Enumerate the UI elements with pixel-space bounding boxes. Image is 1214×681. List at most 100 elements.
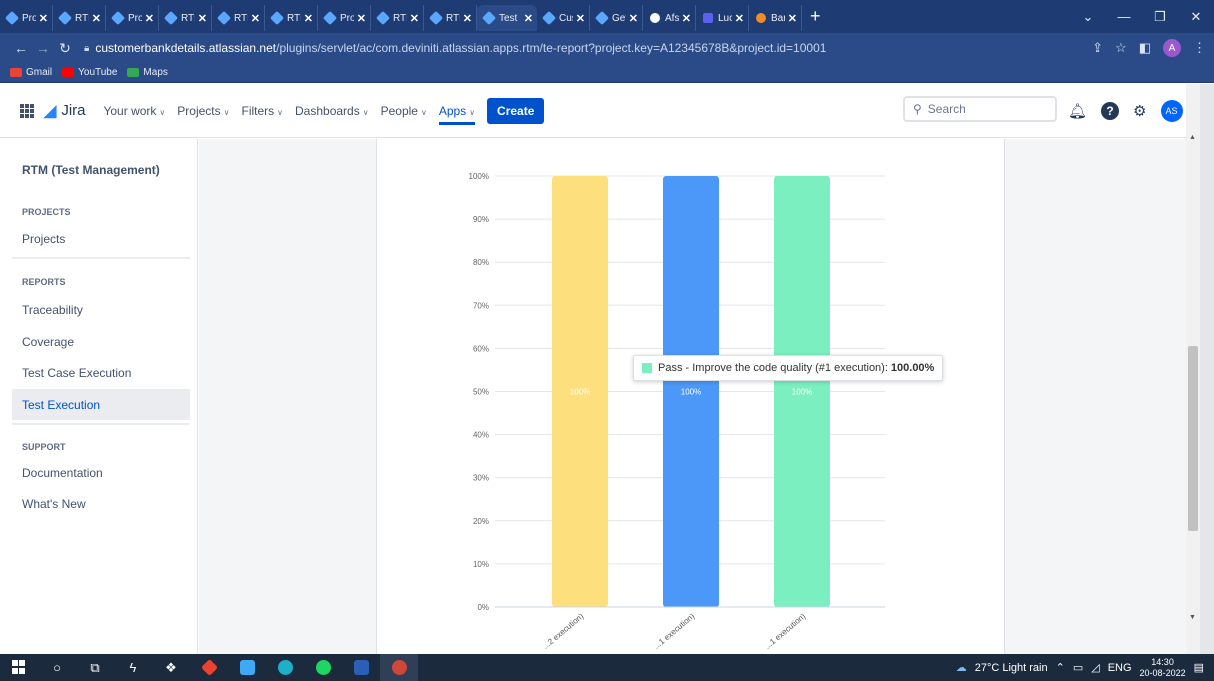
nav-apps[interactable]: Apps ∨ <box>438 104 476 125</box>
tab-close-icon[interactable]: ✕ <box>92 12 101 25</box>
nav-dashboards[interactable]: Dashboards ∨ <box>295 104 369 118</box>
jira-icon <box>594 10 610 26</box>
browser-tab[interactable]: Proj✕ <box>318 5 371 31</box>
tab-close-icon[interactable]: ✕ <box>410 12 419 25</box>
report-content: 100% 90% 80% 70% 60% 50% 40% 30% 20% 10% 0% 100%...… <box>199 139 1186 654</box>
sidebar-panel-icon[interactable]: ◧ <box>1139 40 1151 56</box>
search-input[interactable]: ⚲ Search <box>903 96 1057 122</box>
nav-people[interactable]: People ∨ <box>381 104 427 118</box>
window-scroll-gutter <box>1200 84 1214 654</box>
scroll-down-icon[interactable]: ▼ <box>1189 614 1196 621</box>
tab-close-icon[interactable]: ✕ <box>735 12 744 25</box>
bookmark-star-icon[interactable]: ☆ <box>1115 40 1127 56</box>
browser-tab[interactable]: RTM✕ <box>53 5 106 31</box>
notifications-center-icon[interactable]: ▤ <box>1194 661 1204 674</box>
url-input[interactable]: 🔒︎ customerbankdetails.atlassian.net /pl… <box>84 36 864 60</box>
chrome-icon[interactable] <box>380 654 418 681</box>
tab-close-icon[interactable]: ✕ <box>145 12 154 25</box>
reload-icon[interactable]: ↻ <box>54 40 76 57</box>
user-avatar[interactable]: AS <box>1160 100 1183 122</box>
bookmark-maps[interactable]: Maps <box>127 67 168 78</box>
jira-icon <box>216 10 232 26</box>
tab-close-icon[interactable]: ✕ <box>788 12 797 25</box>
sidebar-item-documentation[interactable]: Documentation <box>12 457 190 488</box>
browser-tab[interactable]: Ban✕ <box>749 5 802 31</box>
edge-browser-icon[interactable] <box>266 654 304 681</box>
tab-close-icon[interactable]: ✕ <box>251 12 260 25</box>
network-icon[interactable]: ◿ <box>1091 661 1099 674</box>
bookmark-gmail[interactable]: Gmail <box>10 67 52 78</box>
sidebar-item-test-case-execution[interactable]: Test Case Execution <box>12 357 190 388</box>
settings-gear-icon[interactable]: ⚙ <box>1133 102 1146 120</box>
windows-start-icon[interactable] <box>0 654 38 681</box>
app-switcher-icon[interactable] <box>20 103 34 118</box>
lightning-app-icon[interactable]: ϟ <box>114 654 152 681</box>
tab-close-icon[interactable]: ✕ <box>682 12 691 25</box>
dropbox-icon[interactable]: ❖ <box>152 654 190 681</box>
create-button[interactable]: Create <box>487 97 545 124</box>
notifications-icon[interactable]: 🔔︎ <box>1068 102 1087 120</box>
store-app-icon[interactable] <box>228 654 266 681</box>
browser-tab[interactable]: Luc✕ <box>696 5 749 31</box>
y-tick-label: 0% <box>477 603 489 612</box>
scrollbar-thumb[interactable] <box>1188 346 1198 531</box>
tab-close-icon[interactable]: ✕ <box>629 12 638 25</box>
browser-tab[interactable]: Afs ✕ <box>643 5 696 31</box>
sidebar-item-test-execution[interactable]: Test Execution <box>12 389 190 420</box>
spotify-icon[interactable] <box>304 654 342 681</box>
tab-close-icon[interactable]: ✕ <box>576 12 585 25</box>
task-view-icon[interactable]: ⧉ <box>76 654 114 681</box>
tab-close-icon[interactable]: ✕ <box>39 12 48 25</box>
new-tab-button[interactable]: + <box>810 6 821 27</box>
browser-tab[interactable]: RTM✕ <box>371 5 424 31</box>
tray-chevron-icon[interactable]: ⌃ <box>1056 661 1065 674</box>
tab-close-icon[interactable]: ✕ <box>524 12 533 25</box>
search-circle-icon[interactable]: ○ <box>38 654 76 681</box>
weather-text[interactable]: 27°C Light rain <box>975 662 1048 674</box>
close-window-icon[interactable]: ✕ <box>1178 9 1214 25</box>
clock[interactable]: 14:30 20-08-2022 <box>1140 657 1186 679</box>
sidebar-item-coverage[interactable]: Coverage <box>12 326 190 357</box>
browser-tab[interactable]: RTM✕ <box>424 5 477 31</box>
restore-icon[interactable]: ❐ <box>1142 9 1178 25</box>
back-icon[interactable]: ← <box>10 40 32 56</box>
header-actions: 🔔︎ ? ⚙ AS <box>1068 84 1183 138</box>
bookmark-youtube[interactable]: YouTube <box>62 67 117 78</box>
help-icon[interactable]: ? <box>1101 102 1120 120</box>
y-tick-label: 60% <box>473 344 489 353</box>
sidebar-item-what-s-new[interactable]: What's New <box>12 488 190 519</box>
nav-projects[interactable]: Projects ∨ <box>177 104 229 118</box>
sidebar-item-traceability[interactable]: Traceability <box>12 294 190 325</box>
x-category-label: ...2 execution) <box>541 611 586 650</box>
language-indicator[interactable]: ENG <box>1108 662 1132 674</box>
browser-tab[interactable]: RTM✕ <box>212 5 265 31</box>
battery-icon[interactable]: ▭ <box>1073 661 1083 674</box>
profile-avatar[interactable]: A <box>1163 39 1181 57</box>
browser-tab[interactable]: Cus✕ <box>537 5 590 31</box>
minimize-icon[interactable]: — <box>1106 9 1142 24</box>
scroll-up-icon[interactable]: ▲ <box>1189 134 1196 141</box>
browser-tab[interactable]: Proj✕ <box>0 5 53 31</box>
tab-search-icon[interactable]: ⌄ <box>1070 9 1106 25</box>
browser-tab[interactable]: Get✕ <box>590 5 643 31</box>
nav-filters[interactable]: Filters ∨ <box>241 104 283 118</box>
browser-tab[interactable]: RTM✕ <box>159 5 212 31</box>
nav-your-work[interactable]: Your work ∨ <box>103 104 165 118</box>
jira-logo[interactable]: ◢ Jira <box>44 101 85 121</box>
diamond-app-icon[interactable] <box>190 654 228 681</box>
page-scrollbar[interactable]: ▲ ▼ <box>1186 84 1200 654</box>
tooltip-value: 100.00% <box>890 362 935 374</box>
forward-icon[interactable]: → <box>32 40 54 56</box>
jira-mark-icon: ◢ <box>44 102 57 120</box>
menu-kebab-icon[interactable]: ⋮ <box>1193 40 1206 56</box>
tab-close-icon[interactable]: ✕ <box>198 12 207 25</box>
share-icon[interactable]: ⇪ <box>1092 40 1103 56</box>
sidebar-item-projects[interactable]: Projects <box>12 223 190 254</box>
browser-tab[interactable]: Test ✕ <box>477 5 537 31</box>
tab-close-icon[interactable]: ✕ <box>357 12 366 25</box>
tab-close-icon[interactable]: ✕ <box>463 12 472 25</box>
browser-tab[interactable]: Proj✕ <box>106 5 159 31</box>
word-icon[interactable] <box>342 654 380 681</box>
browser-tab[interactable]: RTM✕ <box>265 5 318 31</box>
tab-close-icon[interactable]: ✕ <box>304 12 313 25</box>
